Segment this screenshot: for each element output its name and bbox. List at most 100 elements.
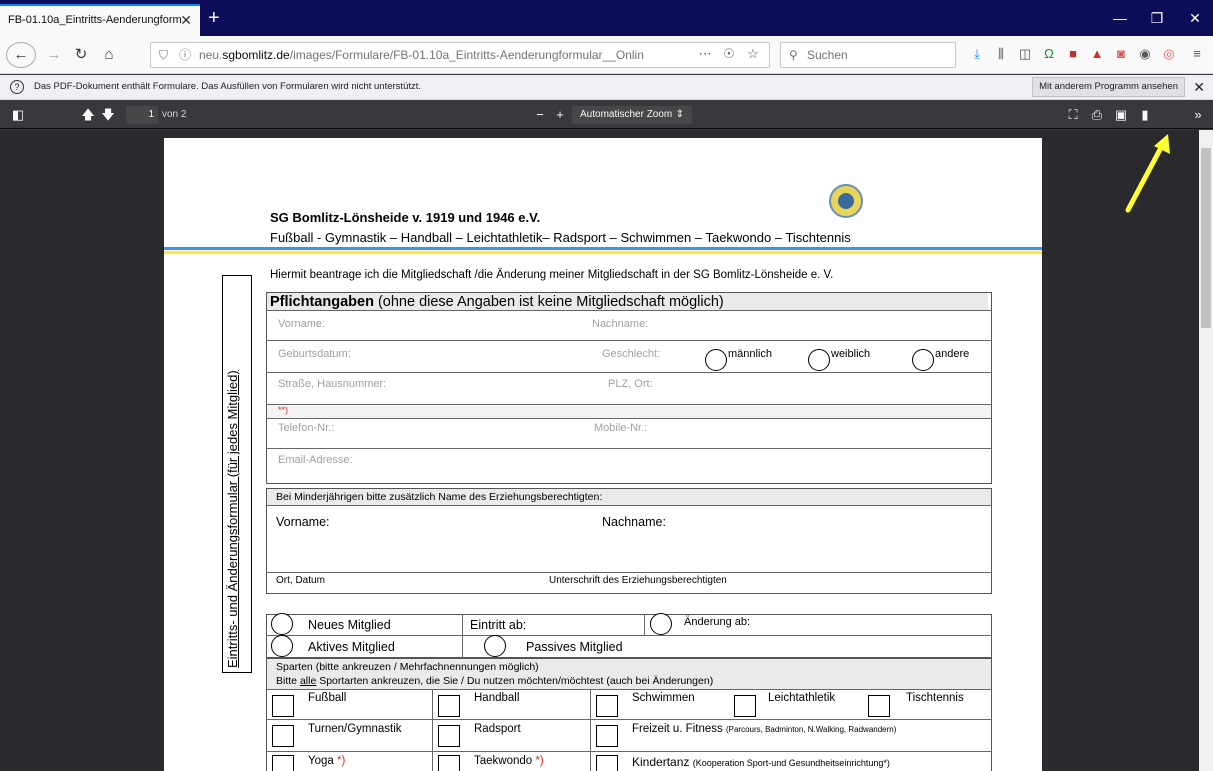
mobile-field[interactable]: Mobile-Nr.: bbox=[594, 422, 647, 434]
guardian-header: Bei Minderjährigen bitte zusätzlich Name… bbox=[276, 491, 603, 503]
pdf-notification-bar: ? Das PDF-Dokument enthält Formulare. Da… bbox=[0, 75, 1213, 100]
window-close-icon[interactable]: ✕ bbox=[1172, 6, 1213, 30]
gender-female-radio[interactable] bbox=[808, 349, 830, 371]
shield-icon[interactable]: ⛉ bbox=[159, 43, 168, 67]
entry-date-label[interactable]: Eintritt ab: bbox=[470, 618, 526, 632]
library-icon[interactable]: ⫼ bbox=[992, 45, 1010, 63]
turnen-label: Turnen/Gymnastik bbox=[308, 723, 402, 735]
fussball-checkbox[interactable] bbox=[272, 695, 294, 717]
back-icon[interactable]: ← bbox=[6, 42, 36, 68]
change-date-label[interactable]: Änderung ab: bbox=[684, 616, 750, 628]
header-line-yellow bbox=[164, 251, 1042, 254]
new-member-label: Neues Mitglied bbox=[308, 618, 391, 632]
home-icon[interactable]: ⌂ bbox=[98, 43, 120, 67]
active-member-radio[interactable] bbox=[271, 635, 293, 657]
schwimmen-label: Schwimmen bbox=[632, 692, 695, 704]
forward-icon[interactable]: → bbox=[44, 43, 64, 67]
change-radio[interactable] bbox=[650, 613, 672, 635]
previous-page-icon[interactable]: 🡅 bbox=[78, 105, 98, 125]
email-field[interactable]: Email-Adresse: bbox=[278, 454, 353, 466]
ort-datum-label: Ort, Datum bbox=[276, 575, 325, 586]
gender-male-radio[interactable] bbox=[705, 349, 727, 371]
notification-text: Das PDF-Dokument enthält Formulare. Das … bbox=[34, 81, 422, 92]
turnen-checkbox[interactable] bbox=[272, 725, 294, 747]
zoom-value: Automatischer Zoom bbox=[580, 109, 673, 120]
guardian-nachname-label[interactable]: Nachname: bbox=[602, 515, 666, 529]
save-icon[interactable]: ▣ bbox=[1111, 105, 1131, 125]
guardian-vorname-label[interactable]: Vorname: bbox=[276, 515, 330, 529]
leichtathletik-checkbox[interactable] bbox=[734, 695, 756, 717]
notification-close-icon[interactable]: ✕ bbox=[1193, 75, 1205, 99]
plz-ort-field[interactable]: PLZ, Ort: bbox=[608, 378, 653, 390]
new-tab-icon[interactable]: + bbox=[208, 6, 220, 30]
question-icon: ? bbox=[10, 80, 24, 94]
new-member-radio[interactable] bbox=[271, 613, 293, 635]
next-page-icon[interactable]: 🡇 bbox=[98, 105, 118, 125]
navigation-bar: ← → ↻ ⌂ ⛉ ⓘ neu.sgbomlitz.de/images/Form… bbox=[0, 36, 1213, 74]
tischtennis-checkbox[interactable] bbox=[868, 695, 890, 717]
page-number-input[interactable]: 1 bbox=[126, 106, 158, 124]
passive-member-radio[interactable] bbox=[484, 635, 506, 657]
vertical-title: Eintritts- und Änderungsformular (für je… bbox=[225, 370, 240, 668]
url-domain: sgbomlitz.de bbox=[222, 48, 290, 62]
menu-icon[interactable]: ≡ bbox=[1188, 45, 1206, 63]
vertical-scrollbar[interactable] bbox=[1199, 130, 1213, 771]
gender-female-label: weiblich bbox=[831, 348, 871, 360]
open-other-program-button[interactable]: Mit anderem Programm ansehen bbox=[1032, 77, 1185, 97]
info-icon[interactable]: ⓘ bbox=[179, 43, 191, 67]
vorname-field[interactable]: Vorname: bbox=[278, 318, 325, 330]
club-sports: Fußball - Gymnastik – Handball – Leichta… bbox=[270, 230, 851, 245]
intro-text: Hiermit beantrage ich die Mitgliedschaft… bbox=[270, 269, 834, 281]
sidebar-toggle-icon[interactable]: ◫ bbox=[1016, 45, 1034, 63]
sidebar-toggle-icon[interactable]: ◧ bbox=[8, 105, 28, 125]
passive-member-label: Passives Mitglied bbox=[526, 640, 623, 654]
club-name: SG Bomlitz-Lönsheide v. 1919 und 1946 e.… bbox=[270, 210, 541, 225]
page-actions-icon[interactable]: ⋯ bbox=[696, 45, 714, 63]
download-icon[interactable]: ⤓ bbox=[968, 45, 986, 63]
zoom-out-icon[interactable]: − bbox=[530, 105, 550, 125]
signature-label: Unterschrift des Erziehungsberechtigten bbox=[549, 575, 727, 586]
radsport-checkbox[interactable] bbox=[438, 725, 460, 747]
handball-checkbox[interactable] bbox=[438, 695, 460, 717]
url-bar[interactable]: ⛉ ⓘ neu.sgbomlitz.de/images/Formulare/FB… bbox=[150, 42, 770, 68]
presentation-mode-icon[interactable]: ⛶ bbox=[1063, 105, 1083, 125]
zoom-select[interactable]: Automatischer Zoom ⇕ bbox=[572, 106, 692, 124]
kindertanz-checkbox[interactable] bbox=[596, 755, 618, 771]
search-placeholder: Suchen bbox=[807, 48, 848, 62]
pdf-viewer[interactable]: SG Bomlitz-Lönsheide v. 1919 und 1946 e.… bbox=[0, 130, 1213, 771]
reload-icon[interactable]: ↻ bbox=[70, 43, 92, 67]
search-input[interactable]: ⚲ Suchen bbox=[780, 42, 956, 68]
fussball-label: Fußball bbox=[308, 692, 347, 704]
pocket-icon[interactable]: ☉ bbox=[720, 45, 738, 63]
yoga-label: Yoga *) bbox=[308, 755, 346, 767]
tab-title: FB-01.10a_Eintritts-Aenderungform bbox=[8, 14, 182, 26]
url-prefix: neu. bbox=[199, 48, 223, 62]
freizeit-checkbox[interactable] bbox=[596, 725, 618, 747]
sparten-header: Sparten (bitte ankreuzen / Mehrfachnennu… bbox=[276, 661, 539, 673]
geburtsdatum-field[interactable]: Geburtsdatum: bbox=[278, 348, 351, 360]
scrollbar-thumb[interactable] bbox=[1201, 148, 1211, 328]
yoga-checkbox[interactable] bbox=[272, 755, 294, 771]
zoom-in-icon[interactable]: + bbox=[550, 105, 570, 125]
extension-badge-icon[interactable]: ◉ bbox=[1136, 45, 1154, 63]
nachname-field[interactable]: Nachname: bbox=[592, 318, 648, 330]
bookmark-icon[interactable]: ▮ bbox=[1135, 105, 1155, 125]
tab-close-icon[interactable]: ✕ bbox=[180, 6, 192, 34]
telefon-field[interactable]: Telefon-Nr.: bbox=[278, 422, 334, 434]
schwimmen-checkbox[interactable] bbox=[596, 695, 618, 717]
extension-q-icon[interactable]: Ω bbox=[1040, 45, 1058, 63]
bookmark-star-icon[interactable]: ☆ bbox=[744, 45, 762, 63]
extension-shield-icon[interactable]: ◎ bbox=[1160, 45, 1178, 63]
annotation-arrow bbox=[1125, 134, 1170, 213]
pdf-extension-icon[interactable]: ▲ bbox=[1088, 45, 1106, 63]
footnote-stars: **) bbox=[278, 405, 289, 415]
club-logo bbox=[829, 184, 863, 218]
gender-other-radio[interactable] bbox=[912, 349, 934, 371]
browser-tab[interactable]: FB-01.10a_Eintritts-Aenderungform ✕ bbox=[0, 4, 200, 36]
pocket-extension-icon[interactable]: ◙ bbox=[1112, 45, 1130, 63]
strasse-field[interactable]: Straße, Hausnummer: bbox=[278, 378, 386, 390]
taekwondo-checkbox[interactable] bbox=[438, 755, 460, 771]
tools-icon[interactable]: » bbox=[1188, 105, 1208, 125]
extension-off-icon[interactable]: ■ bbox=[1064, 45, 1082, 63]
print-icon[interactable]: ⎙ bbox=[1087, 105, 1107, 125]
